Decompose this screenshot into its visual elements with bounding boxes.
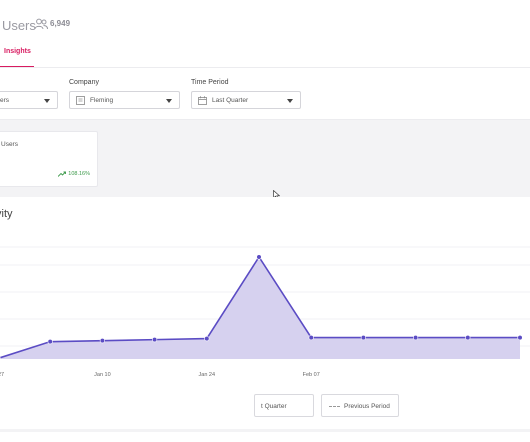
- current-period-label: t Quarter: [261, 403, 287, 410]
- card-delta: 108.16%: [68, 171, 90, 177]
- page-header: r Users 6,949 Insights: [0, 0, 530, 70]
- activity-panel: vity 27 Jan 10 Jan 24 Feb 07 t Quarter Prev…: [0, 197, 530, 429]
- building-icon: [76, 96, 85, 105]
- chevron-down-icon: [44, 99, 50, 103]
- data-point: [465, 334, 471, 341]
- chevron-down-icon: [287, 99, 293, 103]
- trend-up-icon: [58, 171, 66, 177]
- previous-period-label: Previous Period: [344, 403, 390, 410]
- time-period-select[interactable]: Last Quarter: [191, 91, 301, 109]
- user-type-select[interactable]: ers: [0, 91, 58, 109]
- company-label: Company: [69, 79, 99, 86]
- chart-title: vity: [0, 208, 13, 220]
- data-point: [152, 337, 158, 343]
- previous-period-button[interactable]: Previous Period: [321, 394, 399, 417]
- next-panel-edge: [0, 432, 530, 442]
- company-select[interactable]: Fleming: [69, 91, 180, 109]
- x-tick-label: Feb 07: [303, 372, 320, 378]
- company-value: Fleming: [90, 97, 114, 104]
- users-icon: [34, 18, 48, 30]
- data-point: [47, 339, 53, 345]
- dashed-legend-icon: [329, 406, 340, 407]
- card-title: Users: [1, 141, 18, 148]
- data-point: [99, 338, 105, 344]
- data-point: [308, 334, 314, 341]
- data-point: [517, 334, 523, 341]
- data-point: [204, 335, 210, 342]
- data-point: [256, 254, 262, 260]
- chevron-down-icon: [166, 99, 172, 103]
- user-type-value: ers: [0, 97, 10, 104]
- filter-bar: ers Company Fleming Time Period Last Qua…: [0, 70, 530, 120]
- time-period-label: Time Period: [191, 79, 229, 86]
- data-point: [360, 334, 367, 341]
- users-stat-card: Users 108.16%: [0, 131, 98, 187]
- x-tick-label: Jan 10: [94, 372, 111, 378]
- tabs-divider: [0, 67, 530, 68]
- page-title: r Users: [0, 18, 36, 33]
- user-count: 6,949: [50, 19, 71, 28]
- tab-insights[interactable]: Insights: [4, 48, 31, 55]
- data-point: [413, 334, 419, 341]
- current-period-button[interactable]: t Quarter: [254, 394, 314, 417]
- series-area: [0, 257, 520, 359]
- calendar-icon: [198, 96, 207, 105]
- time-period-value: Last Quarter: [212, 97, 249, 104]
- x-tick-label: Jan 24: [199, 372, 216, 378]
- x-tick-label: 27: [0, 372, 4, 378]
